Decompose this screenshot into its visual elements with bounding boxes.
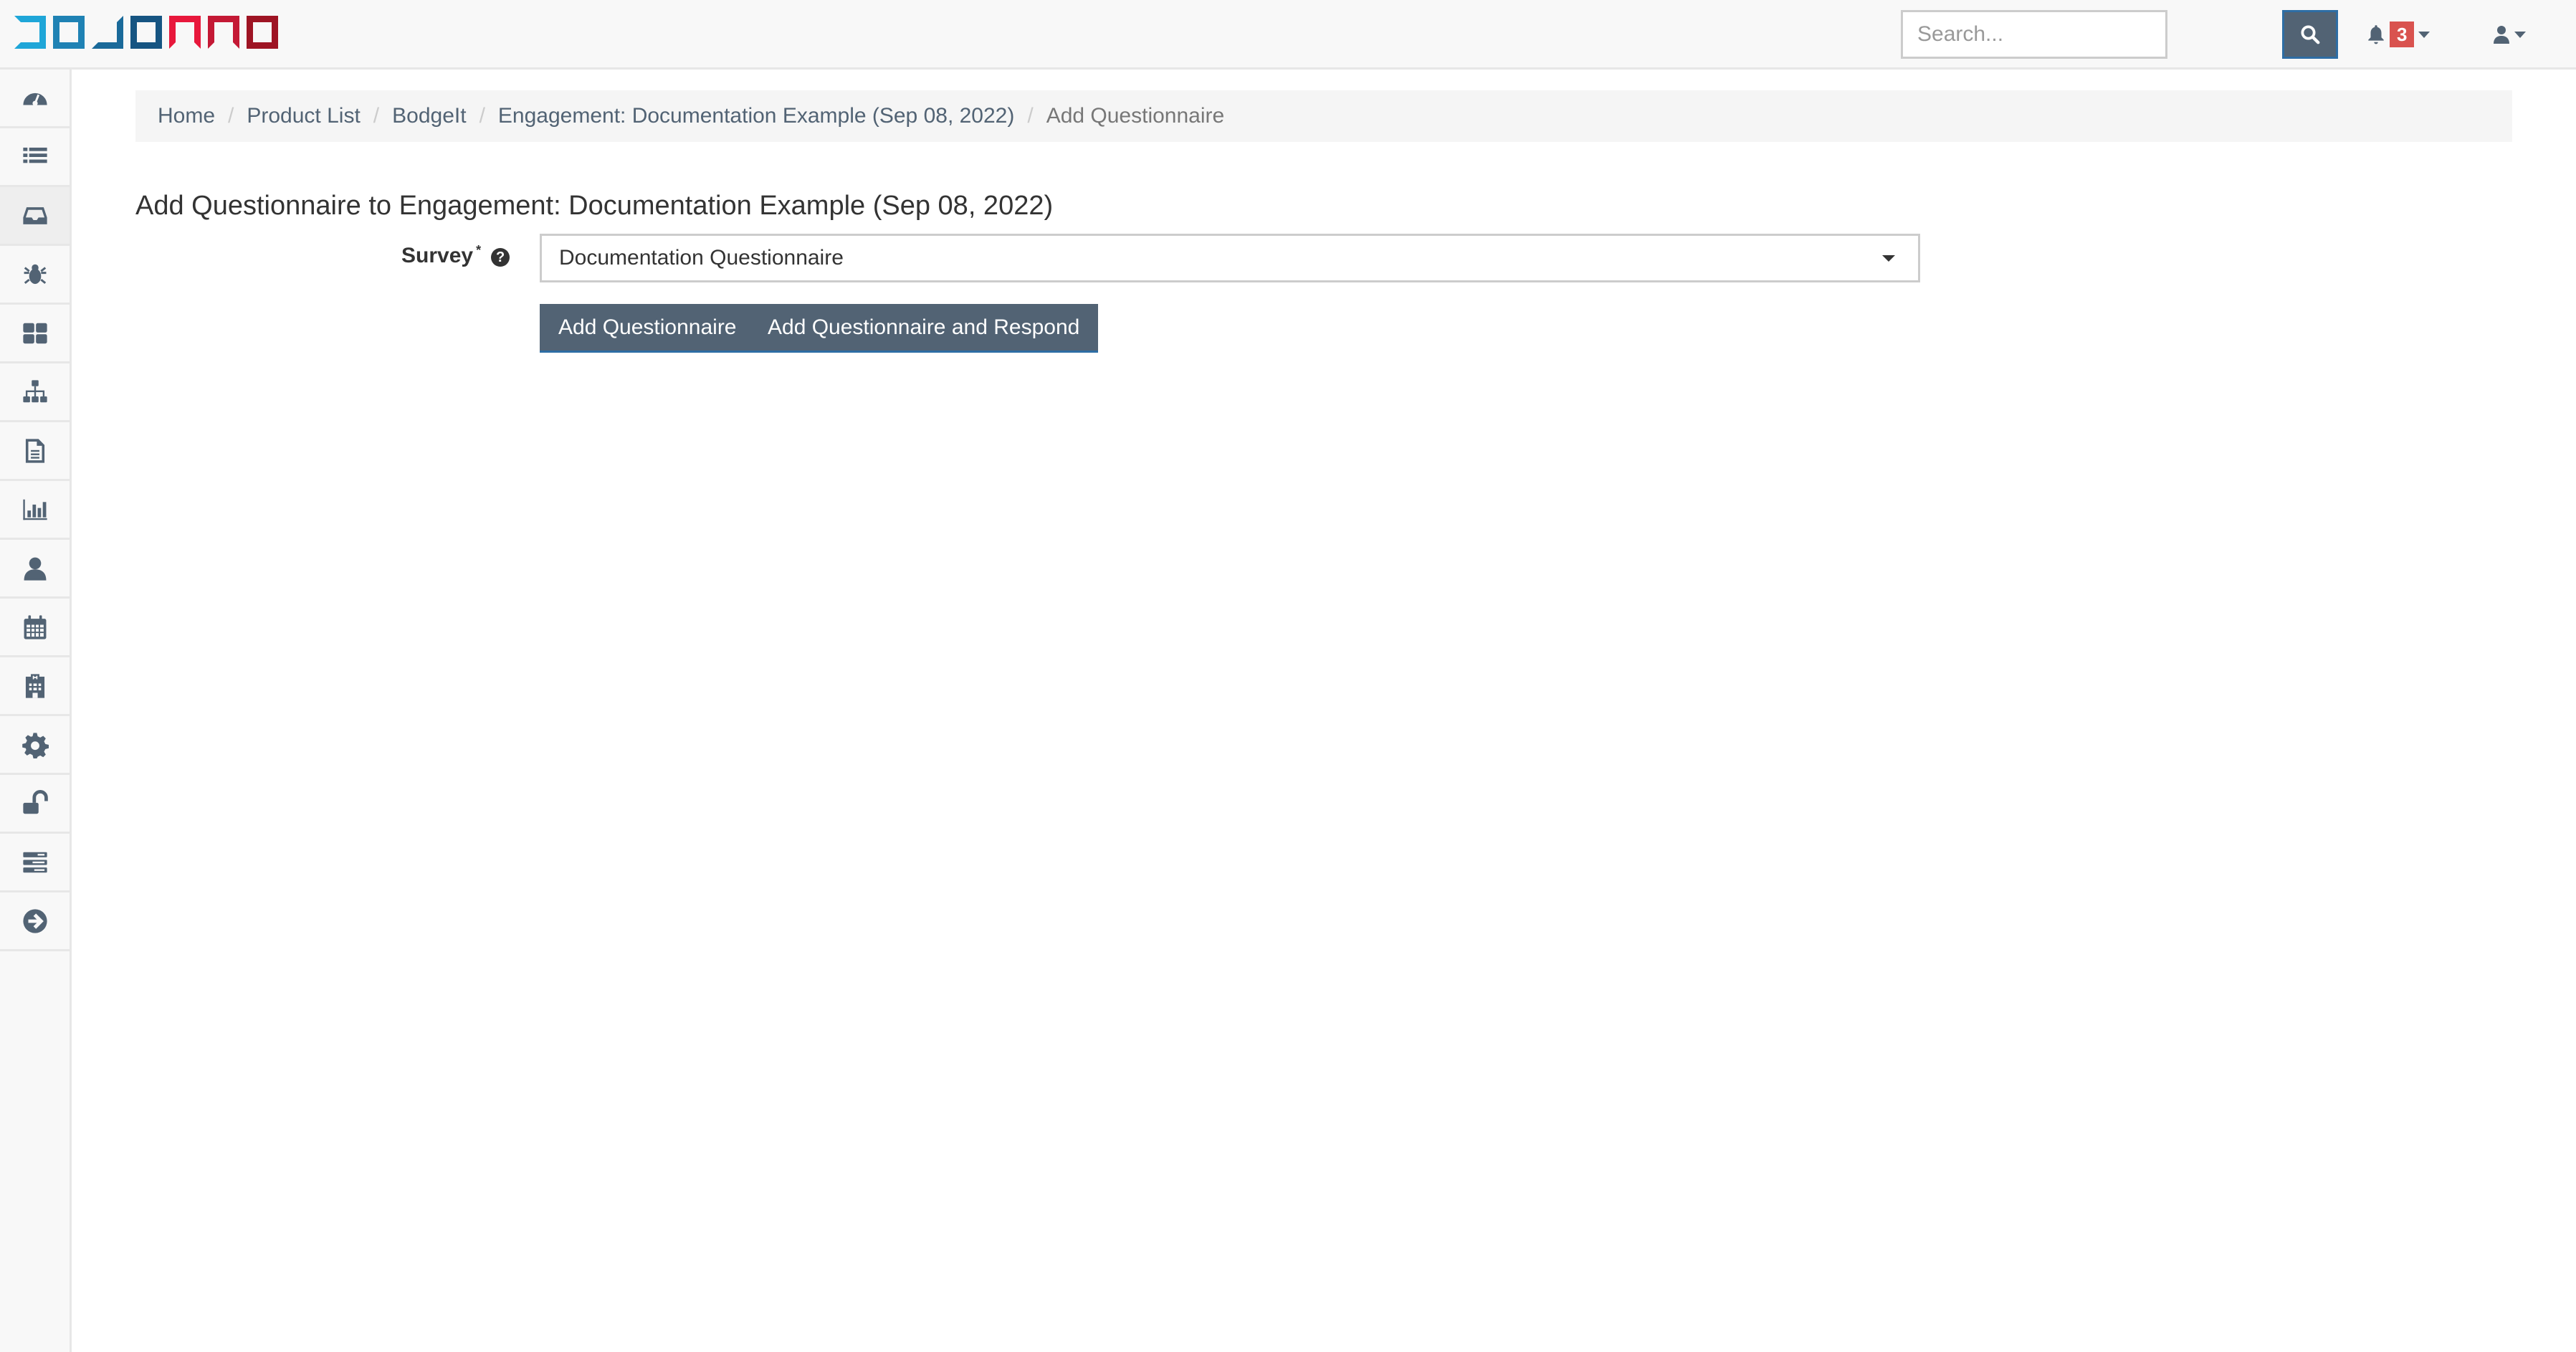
unlock-icon xyxy=(22,789,48,814)
bug-icon xyxy=(24,264,46,284)
breadcrumb-separator: / xyxy=(373,104,380,128)
dashboard-icon xyxy=(22,92,47,106)
chevron-down-icon xyxy=(2418,31,2430,38)
add-questionnaire-button[interactable]: Add Questionnaire xyxy=(540,304,755,353)
building-icon xyxy=(25,673,44,698)
sidebar-item-inbox[interactable] xyxy=(0,187,70,246)
search-button[interactable] xyxy=(2282,10,2338,59)
chevron-down-icon xyxy=(2514,31,2526,38)
sidebar-item-gear[interactable] xyxy=(0,716,70,775)
calendar-icon xyxy=(24,614,46,639)
logo-letter-o xyxy=(130,16,162,49)
gear-icon xyxy=(22,732,49,758)
inbox-icon xyxy=(22,206,47,224)
top-navbar: 3 xyxy=(0,0,2576,70)
logo-letter-p xyxy=(169,16,201,49)
breadcrumb-separator: / xyxy=(479,104,485,128)
user-icon xyxy=(2494,26,2509,44)
arrow-circle-right-icon xyxy=(22,908,47,933)
breadcrumb: Home / Product List / BodgeIt / Engageme… xyxy=(135,90,2512,142)
help-icon[interactable]: ? xyxy=(491,248,510,267)
grid-icon xyxy=(22,323,47,343)
logo-letter-o xyxy=(247,16,278,49)
page-title: Add Questionnaire to Engagement: Documen… xyxy=(135,191,1054,221)
survey-select[interactable]: Documentation Questionnaire xyxy=(540,234,1920,282)
sidebar-item-dashboard[interactable] xyxy=(0,70,70,128)
sidebar-item-unlock[interactable] xyxy=(0,775,70,834)
sidebar-item-document[interactable] xyxy=(0,422,70,481)
sidebar-item-user[interactable] xyxy=(0,540,70,599)
add-questionnaire-and-respond-button[interactable]: Add Questionnaire and Respond xyxy=(749,304,1099,353)
list-icon xyxy=(22,147,47,163)
breadcrumb-separator: / xyxy=(228,104,234,128)
sidebar-item-arrow-circle-right[interactable] xyxy=(0,892,70,951)
sidebar-item-calendar[interactable] xyxy=(0,599,70,657)
document-icon xyxy=(25,438,44,463)
sidebar-item-grid[interactable] xyxy=(0,305,70,363)
sidebar-item-list[interactable] xyxy=(0,128,70,187)
dojo-pro-logo[interactable] xyxy=(14,16,278,50)
search-icon xyxy=(2301,25,2320,44)
breadcrumb-current: Add Questionnaire xyxy=(1046,104,1225,128)
breadcrumb-separator: / xyxy=(1027,104,1034,128)
logo-letter-d xyxy=(14,16,46,49)
breadcrumb-product-list[interactable]: Product List xyxy=(247,104,360,128)
notifications-dropdown[interactable]: 3 xyxy=(2367,20,2430,49)
user-menu-dropdown[interactable] xyxy=(2493,20,2526,49)
sidebar-item-building[interactable] xyxy=(0,657,70,716)
sidebar-item-bar-chart[interactable] xyxy=(0,481,70,540)
server-icon xyxy=(22,852,47,872)
search-input[interactable] xyxy=(1901,10,2167,59)
sitemap-icon xyxy=(22,379,47,402)
survey-label: Survey * ? xyxy=(401,244,510,268)
sidebar-item-sitemap[interactable] xyxy=(0,363,70,422)
breadcrumb-engagement[interactable]: Engagement: Documentation Example (Sep 0… xyxy=(498,104,1014,128)
user-icon xyxy=(24,557,46,581)
sidebar-item-server[interactable] xyxy=(0,834,70,892)
logo-letter-r xyxy=(208,16,239,49)
bell-icon xyxy=(2368,25,2384,44)
survey-selected-value: Documentation Questionnaire xyxy=(559,246,844,270)
notification-count-badge: 3 xyxy=(2390,22,2415,47)
survey-label-text: Survey xyxy=(401,244,474,267)
breadcrumb-home[interactable]: Home xyxy=(158,104,215,128)
chevron-down-icon xyxy=(1882,255,1895,262)
bar-chart-icon xyxy=(22,499,47,520)
logo-letter-o xyxy=(53,16,85,49)
sidebar-nav xyxy=(0,70,72,1352)
required-marker: * xyxy=(476,243,482,257)
breadcrumb-product[interactable]: BodgeIt xyxy=(392,104,466,128)
sidebar-item-bug[interactable] xyxy=(0,246,70,305)
logo-letter-j xyxy=(92,16,123,49)
